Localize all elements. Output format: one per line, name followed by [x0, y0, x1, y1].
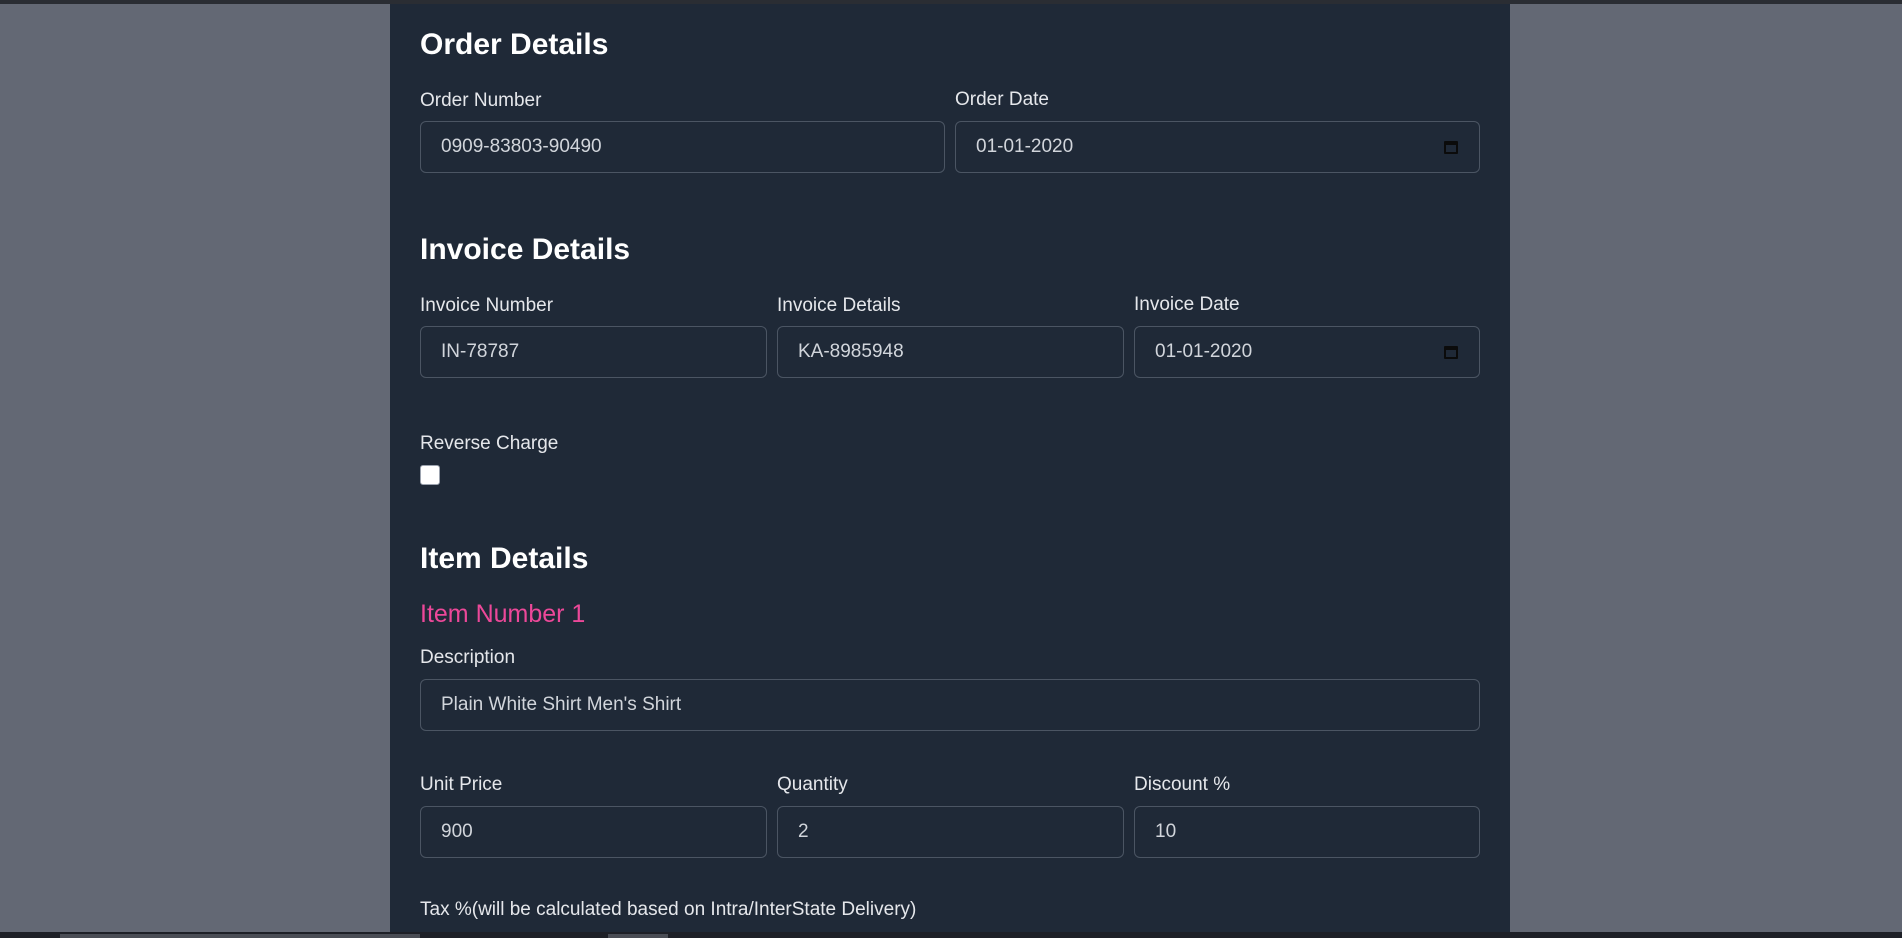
reverse-charge-label: Reverse Charge: [420, 433, 559, 454]
discount-value: 10: [1155, 821, 1177, 842]
item-number-heading: Item Number 1: [420, 600, 586, 628]
quantity-label: Quantity: [777, 774, 848, 795]
scrollbar-segment: [608, 934, 668, 938]
invoice-details-heading: Invoice Details: [420, 233, 631, 266]
invoice-details-input[interactable]: KA-8985948: [777, 326, 1124, 378]
invoice-date-label: Invoice Date: [1134, 294, 1240, 315]
form-panel: Order Details Order Number 0909-83803-90…: [390, 4, 1510, 932]
order-number-input[interactable]: 0909-83803-90490: [420, 121, 945, 173]
invoice-details-value: KA-8985948: [798, 341, 904, 362]
order-date-input[interactable]: 01-01-2020: [955, 121, 1480, 173]
discount-input[interactable]: 10: [1134, 806, 1480, 858]
scrollbar-thumb[interactable]: [60, 934, 420, 938]
invoice-number-label: Invoice Number: [420, 295, 554, 316]
order-details-heading: Order Details: [420, 28, 609, 61]
unit-price-value: 900: [441, 821, 473, 842]
calendar-icon[interactable]: [1443, 344, 1459, 360]
item-details-heading: Item Details: [420, 542, 589, 575]
quantity-input[interactable]: 2: [777, 806, 1124, 858]
description-value: Plain White Shirt Men's Shirt: [441, 694, 682, 715]
tax-label: Tax %(will be calculated based on Intra/…: [420, 899, 917, 920]
invoice-date-value: 01-01-2020: [1155, 341, 1253, 362]
order-number-value: 0909-83803-90490: [441, 136, 602, 157]
discount-label: Discount %: [1134, 774, 1231, 795]
calendar-icon[interactable]: [1443, 139, 1459, 155]
description-input[interactable]: Plain White Shirt Men's Shirt: [420, 679, 1480, 731]
order-date-label: Order Date: [955, 89, 1049, 110]
unit-price-input[interactable]: 900: [420, 806, 767, 858]
quantity-value: 2: [798, 821, 809, 842]
invoice-number-value: IN-78787: [441, 341, 520, 362]
invoice-date-input[interactable]: 01-01-2020: [1134, 326, 1480, 378]
description-label: Description: [420, 647, 516, 668]
invoice-details-label: Invoice Details: [777, 295, 901, 316]
horizontal-scrollbar[interactable]: [0, 932, 1902, 938]
unit-price-label: Unit Price: [420, 774, 503, 795]
order-number-label: Order Number: [420, 90, 542, 111]
invoice-number-input[interactable]: IN-78787: [420, 326, 767, 378]
reverse-charge-checkbox[interactable]: [420, 465, 440, 485]
order-date-value: 01-01-2020: [976, 136, 1074, 157]
